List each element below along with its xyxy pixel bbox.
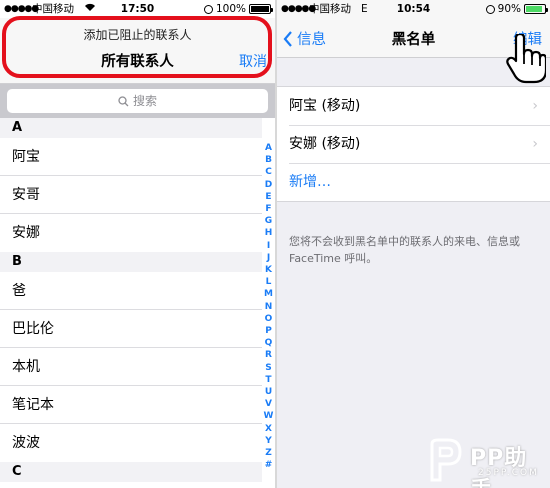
search-input[interactable]: 搜索 [7, 89, 268, 113]
battery-percent: 90% [497, 3, 521, 15]
alphabet-index[interactable]: A B C D E F G H I J K L M N O P Q R S T U V W X Y Z # [262, 142, 275, 471]
index-letter[interactable]: A [262, 142, 275, 154]
highlight-outline [2, 16, 272, 78]
index-letter[interactable]: K [262, 264, 275, 276]
contact-list: A 阿宝 安哥 安娜 B 爸巴比伦 本机 笔记本 波波 C [0, 118, 262, 482]
chevron-right-icon: › [532, 98, 538, 114]
contact-row[interactable]: 安哥 [0, 176, 262, 214]
contact-picker-screen: ●●●●● 中国移动 17:50 100% 添加已阻止的联系人 所有联系人 取消… [0, 0, 275, 488]
index-letter[interactable]: Q [262, 337, 275, 349]
index-letter[interactable]: I [262, 240, 275, 252]
index-letter[interactable]: O [262, 313, 275, 325]
contact-row[interactable]: 安娜 [0, 214, 262, 252]
index-letter[interactable]: T [262, 374, 275, 386]
index-letter[interactable]: Z [262, 447, 275, 459]
blocked-contact-name: 阿宝 (移动) [289, 98, 361, 114]
index-letter[interactable]: N [262, 301, 275, 313]
blocked-contact-name: 安娜 (移动) [289, 136, 361, 152]
index-letter[interactable]: P [262, 325, 275, 337]
rotation-lock-icon [203, 4, 213, 14]
index-letter[interactable]: # [262, 459, 275, 471]
index-letter[interactable]: J [262, 252, 275, 264]
pointing-hand-icon [506, 34, 546, 84]
index-letter[interactable]: Y [262, 435, 275, 447]
index-letter[interactable]: E [262, 191, 275, 203]
index-letter[interactable]: F [262, 203, 275, 215]
index-letter[interactable]: G [262, 215, 275, 227]
contact-row[interactable]: 爸 [0, 272, 262, 310]
blocked-contact-row[interactable]: 阿宝 (移动) › [277, 87, 550, 125]
search-icon [118, 96, 129, 107]
index-letter[interactable]: X [262, 423, 275, 435]
pp-logo-icon [430, 438, 462, 482]
index-letter[interactable]: S [262, 362, 275, 374]
contact-row[interactable]: 阿宝 [0, 138, 262, 176]
blocked-contact-row[interactable]: 安娜 (移动) › [277, 125, 550, 163]
section-header: C [0, 462, 262, 482]
contact-row[interactable]: 波波 [0, 424, 262, 462]
watermark: PP助手 25PP.COM [422, 438, 546, 488]
battery-icon [524, 4, 548, 14]
blocked-list: 阿宝 (移动) › 安娜 (移动) › 新增… [277, 86, 550, 202]
index-letter[interactable]: V [262, 398, 275, 410]
section-header: B [0, 252, 262, 272]
index-letter[interactable]: C [262, 166, 275, 178]
section-header: A [0, 118, 262, 138]
contact-row[interactable]: 巴比伦 [0, 310, 262, 348]
watermark-url: 25PP.COM [478, 468, 539, 478]
battery-icon [249, 4, 273, 14]
add-new-button[interactable]: 新增… [277, 163, 550, 201]
index-letter[interactable]: D [262, 179, 275, 191]
status-bar: ●●●●● 中国移动 E 10:54 90% [277, 0, 550, 18]
contact-row[interactable]: 笔记本 [0, 386, 262, 424]
index-letter[interactable]: B [262, 154, 275, 166]
search-bar: 搜索 [0, 84, 275, 118]
index-letter[interactable]: R [262, 349, 275, 361]
index-letter[interactable]: L [262, 276, 275, 288]
rotation-lock-icon [485, 4, 495, 14]
index-letter[interactable]: M [262, 288, 275, 300]
index-letter[interactable]: W [262, 410, 275, 422]
contact-row[interactable]: 本机 [0, 348, 262, 386]
search-placeholder: 搜索 [132, 94, 157, 108]
chevron-right-icon: › [532, 136, 538, 152]
watermark-text: PP助手 [470, 446, 528, 488]
index-letter[interactable]: U [262, 386, 275, 398]
index-letter[interactable]: H [262, 227, 275, 239]
blocklist-footer-note: 您将不会收到黑名单中的联系人的来电、信息或 FaceTime 呼叫。 [289, 235, 520, 265]
